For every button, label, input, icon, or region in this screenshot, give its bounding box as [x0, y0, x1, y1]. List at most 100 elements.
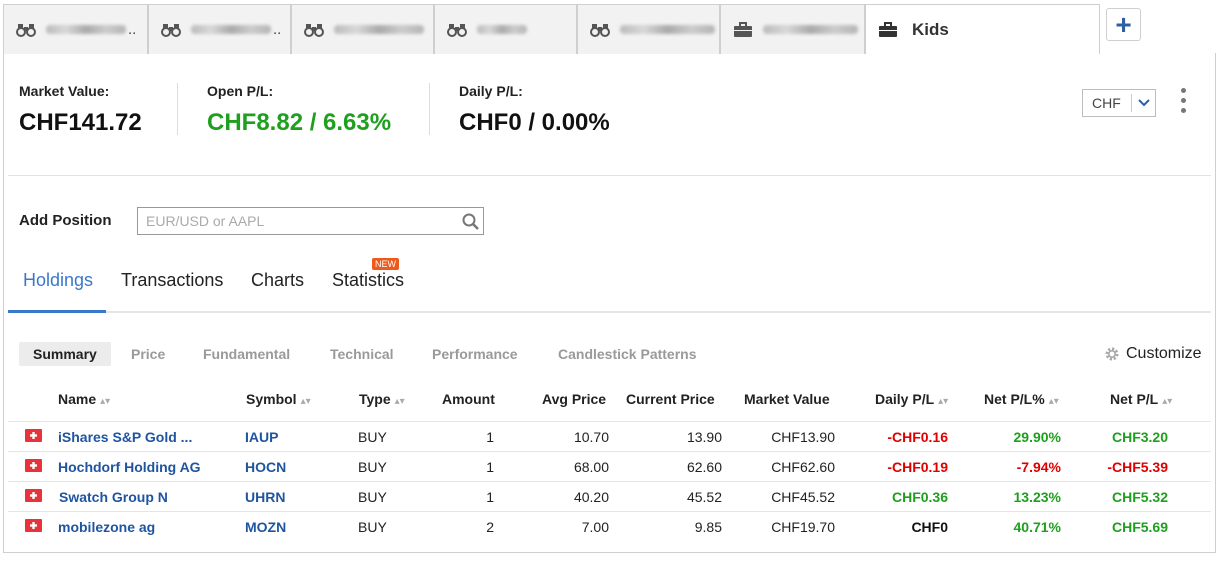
- binoculars-icon: [16, 23, 36, 37]
- tab-holdings[interactable]: Holdings: [23, 270, 93, 291]
- market-value-cell: CHF13.90: [771, 429, 835, 445]
- subtab-candlestick-patterns[interactable]: Candlestick Patterns: [558, 346, 697, 362]
- net-pl-cell: CHF5.32: [1111, 489, 1168, 505]
- swiss-flag-icon: [25, 459, 42, 472]
- currency-select[interactable]: CHF: [1082, 89, 1156, 117]
- search-icon[interactable]: [457, 213, 483, 230]
- open-pl-label: Open P/L:: [207, 83, 274, 99]
- tab-charts[interactable]: Charts: [251, 270, 304, 291]
- sort-icon: ▴▾: [300, 396, 311, 407]
- portfolio-tab-kids[interactable]: Kids: [865, 4, 1100, 54]
- customize-button[interactable]: Customize: [1104, 345, 1202, 363]
- subtab-price[interactable]: Price: [131, 346, 165, 362]
- sort-icon: ▴▾: [938, 396, 949, 407]
- avg-price-cell: 10.70: [573, 429, 609, 445]
- symbol-link[interactable]: MOZN: [245, 519, 286, 535]
- briefcase-icon: [734, 21, 752, 37]
- avg-price-cell: 7.00: [581, 519, 609, 535]
- daily-pl-cell: -CHF0.19: [887, 459, 948, 475]
- column-header-type[interactable]: Type ▴▾: [359, 391, 405, 407]
- symbol-link[interactable]: IAUP: [245, 429, 278, 445]
- subtab-fundamental[interactable]: Fundamental: [203, 346, 290, 362]
- daily-pl-cell: -CHF0.16: [887, 429, 948, 445]
- type-cell: BUY: [358, 519, 387, 535]
- more-options-icon[interactable]: [1178, 88, 1188, 118]
- amount-cell: 2: [486, 519, 494, 535]
- daily-pl-cell: CHF0: [911, 519, 948, 535]
- binoculars-icon: [447, 23, 467, 37]
- column-header-avg-price[interactable]: Avg Price: [542, 391, 606, 407]
- header-label: Amount: [442, 391, 495, 407]
- table-row[interactable]: Hochdorf Holding AG HOCN BUY 1 68.00 62.…: [8, 451, 1211, 481]
- portfolio-tab-1[interactable]: ..: [3, 4, 148, 54]
- current-price-cell: 62.60: [686, 459, 722, 475]
- current-price-cell: 9.85: [694, 519, 722, 535]
- net-pl-pct-cell: -7.94%: [1016, 459, 1061, 475]
- portfolio-tab-5[interactable]: [577, 4, 720, 54]
- blurred-tab-label: [620, 25, 715, 34]
- add-tab-button[interactable]: +: [1106, 8, 1141, 41]
- section-divider: [8, 175, 1211, 176]
- column-header-name[interactable]: Name ▴▾: [58, 391, 110, 407]
- amount-cell: 1: [486, 459, 494, 475]
- column-header-market-value[interactable]: Market Value: [744, 391, 830, 407]
- chevron-down-icon: [1132, 99, 1155, 107]
- symbol-link[interactable]: HOCN: [245, 459, 286, 475]
- open-pl-value: CHF8.82 / 6.63%: [207, 109, 392, 136]
- header-label: Symbol: [246, 391, 297, 407]
- column-header-net-pl[interactable]: Net P/L ▴▾: [1110, 391, 1172, 407]
- column-header-symbol[interactable]: Symbol ▴▾: [246, 391, 311, 407]
- subtab-performance[interactable]: Performance: [432, 346, 518, 362]
- column-header-net-pl-pct[interactable]: Net P/L% ▴▾: [984, 391, 1059, 407]
- sort-icon: ▴▾: [1048, 396, 1059, 407]
- header-label: Name: [58, 391, 97, 407]
- portfolio-tab-2[interactable]: ..: [148, 4, 291, 54]
- tab-label: Kids: [912, 19, 949, 39]
- symbol-link[interactable]: UHRN: [245, 489, 285, 505]
- tab-transactions[interactable]: Transactions: [121, 270, 223, 291]
- net-pl-cell: CHF5.69: [1111, 519, 1168, 535]
- binoculars-icon: [304, 23, 324, 37]
- tab-statistics[interactable]: Statistics: [332, 270, 404, 291]
- add-position-input[interactable]: [138, 209, 457, 233]
- holding-name-link[interactable]: Swatch Group N: [59, 489, 168, 505]
- subtab-technical[interactable]: Technical: [330, 346, 394, 362]
- portfolio-tab-6[interactable]: [720, 4, 865, 54]
- sort-icon: ▴▾: [1162, 396, 1173, 407]
- net-pl-pct-cell: 40.71%: [1013, 519, 1061, 535]
- header-label: Type: [359, 391, 391, 407]
- table-row[interactable]: mobilezone ag MOZN BUY 2 7.00 9.85 CHF19…: [8, 511, 1211, 541]
- daily-pl-cell: CHF0.36: [891, 489, 948, 505]
- open-pl-stat: Open P/L: CHF8.82 / 6.63%: [207, 83, 391, 137]
- swiss-flag-icon: [25, 429, 42, 442]
- table-row[interactable]: Swatch Group N UHRN BUY 1 40.20 45.52 CH…: [8, 481, 1211, 511]
- sort-icon: ▴▾: [100, 396, 111, 407]
- table-row[interactable]: iShares S&P Gold ... IAUP BUY 1 10.70 13…: [8, 421, 1211, 451]
- holding-name-link[interactable]: iShares S&P Gold ...: [58, 429, 192, 445]
- blurred-tab-label: [46, 25, 126, 34]
- portfolio-tab-3[interactable]: [291, 4, 434, 54]
- holding-name-link[interactable]: Hochdorf Holding AG: [58, 459, 201, 475]
- column-header-amount[interactable]: Amount: [442, 391, 495, 407]
- briefcase-icon: [879, 21, 897, 37]
- amount-cell: 1: [486, 429, 494, 445]
- add-position-label: Add Position: [19, 212, 112, 229]
- holding-name-link[interactable]: mobilezone ag: [58, 519, 155, 535]
- column-header-current-price[interactable]: Current Price: [626, 391, 715, 407]
- column-header-daily-pl[interactable]: Daily P/L ▴▾: [875, 391, 948, 407]
- portfolio-tab-4[interactable]: [434, 4, 577, 54]
- market-value-cell: CHF19.70: [771, 519, 835, 535]
- subtab-summary[interactable]: Summary: [19, 342, 111, 366]
- type-cell: BUY: [358, 459, 387, 475]
- blurred-tab-label: [334, 25, 424, 34]
- current-price-cell: 13.90: [686, 429, 722, 445]
- header-label: Avg Price: [542, 391, 607, 407]
- avg-price-cell: 68.00: [573, 459, 609, 475]
- tab-ellipsis: ..: [128, 21, 137, 38]
- blurred-tab-label: [763, 25, 858, 34]
- sort-icon: ▴▾: [394, 396, 405, 407]
- market-value-cell: CHF62.60: [771, 459, 835, 475]
- type-cell: BUY: [358, 489, 387, 505]
- blurred-tab-label: [477, 25, 527, 34]
- binoculars-icon: [590, 23, 610, 37]
